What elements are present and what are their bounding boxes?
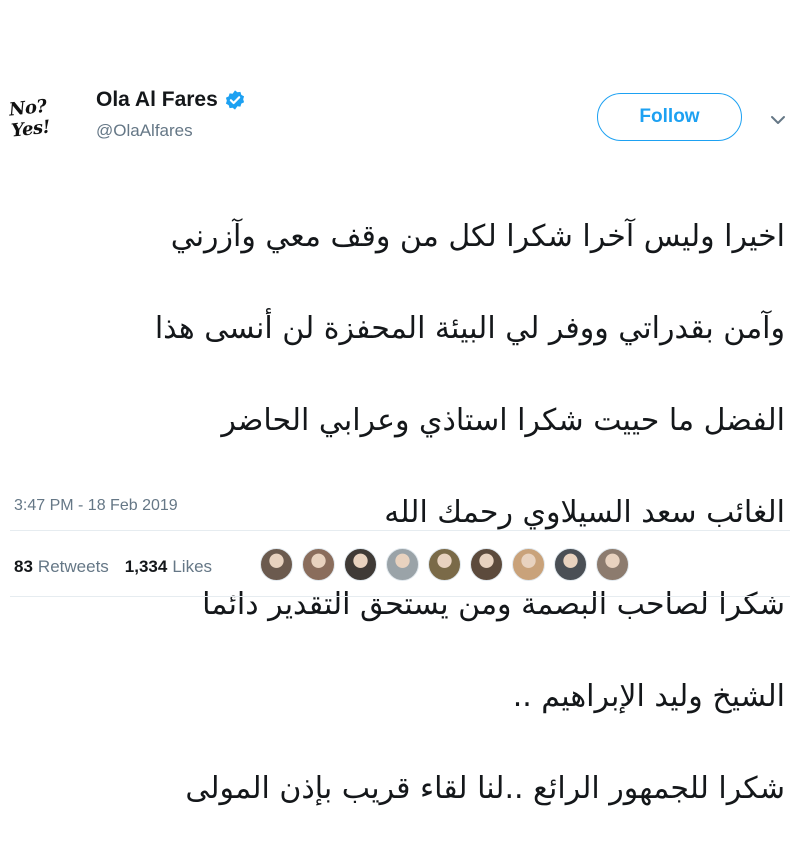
- liker-avatar[interactable]: [428, 548, 461, 581]
- retweets-count: 83: [14, 557, 33, 576]
- tweet-line: الشيخ وليد الإبراهيم ..: [512, 679, 785, 714]
- liker-avatar[interactable]: [260, 548, 293, 581]
- tweet-line: اخيرا وليس آخرا شكرا لكل من وقف معي وآزر…: [170, 219, 785, 254]
- tweet-timestamp[interactable]: 3:47 PM - 18 Feb 2019: [14, 497, 178, 515]
- avatar-logo-text: No? Yes!: [7, 95, 51, 142]
- user-handle[interactable]: @OlaAlfares: [96, 121, 246, 141]
- display-name[interactable]: Ola Al Fares: [96, 88, 218, 112]
- retweets-label: Retweets: [37, 557, 109, 576]
- liker-avatar[interactable]: [554, 548, 587, 581]
- follow-button[interactable]: Follow: [597, 93, 742, 141]
- likes-stat[interactable]: 1,334 Likes: [125, 557, 212, 577]
- liker-avatars: [260, 548, 638, 581]
- liker-avatar[interactable]: [512, 548, 545, 581]
- retweets-stat[interactable]: 83 Retweets: [14, 557, 109, 577]
- chevron-down-icon[interactable]: [768, 110, 788, 130]
- tweet-line: الفضل ما حييت شكرا استاذي وعرابي الحاضر: [221, 403, 785, 438]
- author-block: Ola Al Fares @OlaAlfares: [96, 88, 246, 141]
- engagement-stats: 83 Retweets 1,334 Likes: [14, 557, 212, 577]
- tweet-line: وآمن بقدراتي ووفر لي البيئة المحفزة لن أ…: [154, 311, 785, 346]
- likes-label: Likes: [172, 557, 213, 576]
- tweet-header: No? Yes! Ola Al Fares @OlaAlfares Follow: [0, 0, 800, 165]
- likes-count: 1,334: [124, 557, 168, 576]
- liker-avatar[interactable]: [344, 548, 377, 581]
- tweet-line: شكرا لصاحب البصمة ومن يستحق التقدير دائم…: [202, 587, 785, 622]
- liker-avatar[interactable]: [386, 548, 419, 581]
- tweet-line: شكرا للجمهور الرائع ..لنا لقاء قريب بإذن…: [185, 771, 785, 806]
- liker-avatar[interactable]: [470, 548, 503, 581]
- divider: [10, 530, 790, 531]
- divider: [10, 596, 790, 597]
- liker-avatar[interactable]: [302, 548, 335, 581]
- verified-badge-icon: [224, 89, 246, 111]
- liker-avatar[interactable]: [596, 548, 629, 581]
- avatar[interactable]: No? Yes!: [8, 88, 83, 145]
